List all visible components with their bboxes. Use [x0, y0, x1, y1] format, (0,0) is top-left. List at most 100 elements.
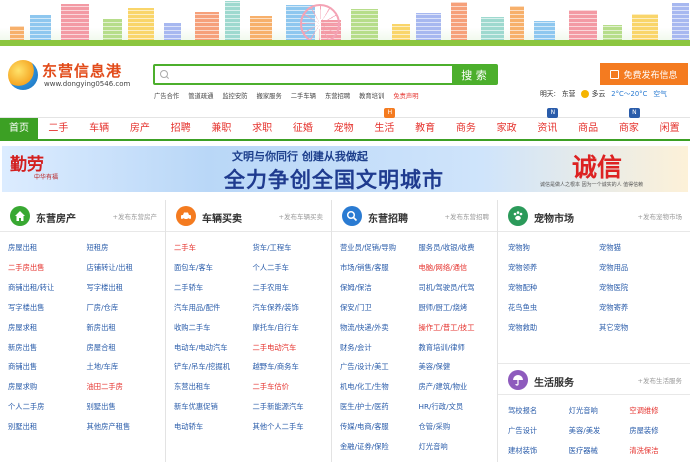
life-link[interactable]: 灯光音响: [569, 401, 630, 421]
house-link[interactable]: 房屋求购: [8, 377, 87, 397]
job-link[interactable]: 保姆/保洁: [340, 278, 419, 298]
job-link[interactable]: 教育培训/律师: [419, 338, 498, 358]
car-link[interactable]: 汽车用品/配件: [174, 298, 253, 318]
life-link[interactable]: 房屋装修: [629, 421, 690, 441]
nav-item[interactable]: 商务: [446, 118, 487, 140]
nav-item[interactable]: 招聘: [160, 118, 201, 140]
life-link[interactable]: 空调维修: [629, 401, 690, 421]
post-free-info-button[interactable]: 免费发布信息: [600, 63, 688, 85]
nav-item[interactable]: 首页: [0, 117, 38, 140]
car-link[interactable]: 其他个人二手车: [253, 417, 332, 437]
car-link[interactable]: 电动车/电动汽车: [174, 338, 253, 358]
job-link[interactable]: 营业员/促销/导购: [340, 238, 419, 258]
job-link[interactable]: 金融/证券/保险: [340, 437, 419, 457]
promo-banner[interactable]: 勤劳 中华有福 文明与你同行 创建从我做起 全力争创全国文明城市 诚信 诚信是做…: [2, 146, 688, 192]
hot-link[interactable]: 搬家服务: [257, 91, 282, 100]
car-link[interactable]: 东营出租车: [174, 377, 253, 397]
nav-item[interactable]: 商家 N: [609, 107, 650, 140]
nav-item[interactable]: 二手: [38, 118, 79, 140]
job-link[interactable]: 司机/驾驶员/代驾: [419, 278, 498, 298]
house-link[interactable]: 短租房: [87, 238, 166, 258]
nav-item[interactable]: 求职: [242, 118, 283, 140]
house-link[interactable]: 个人二手房: [8, 397, 87, 417]
house-link[interactable]: 写字楼出售: [8, 298, 87, 318]
pet-link[interactable]: 宠物配种: [508, 278, 599, 298]
house-link[interactable]: 别墅出租: [8, 417, 87, 437]
car-link[interactable]: 越野车/商务车: [253, 357, 332, 377]
car-link[interactable]: 二手车: [174, 238, 253, 258]
car-link[interactable]: 汽车保养/装饰: [253, 298, 332, 318]
pet-link[interactable]: 花鸟鱼虫: [508, 298, 599, 318]
pet-link[interactable]: 宠物狗: [508, 238, 599, 258]
post-car-link[interactable]: +发布车辆买卖: [279, 211, 323, 221]
nav-item[interactable]: 房产: [120, 118, 161, 140]
search-button[interactable]: 搜 索: [452, 66, 496, 83]
job-link[interactable]: 保安/门卫: [340, 298, 419, 318]
house-link[interactable]: 二手房出售: [8, 258, 87, 278]
car-link[interactable]: 摩托车/自行车: [253, 318, 332, 338]
hot-link[interactable]: 二手车辆: [291, 91, 316, 100]
post-house-link[interactable]: +发布东营房产: [113, 211, 157, 221]
pet-link[interactable]: 宠物寄养: [599, 298, 690, 318]
hot-link[interactable]: 监控安防: [222, 91, 247, 100]
house-link[interactable]: 新房出售: [8, 338, 87, 358]
site-logo[interactable]: 东营信息港 www.dongying0546.com: [8, 58, 148, 94]
job-link[interactable]: 灯光音响: [419, 437, 498, 457]
house-link[interactable]: 商铺出租/转让: [8, 278, 87, 298]
house-link[interactable]: 厂房/仓库: [87, 298, 166, 318]
job-link[interactable]: 厨师/厨工/烧烤: [419, 298, 498, 318]
nav-item[interactable]: 教育: [405, 118, 446, 140]
job-link[interactable]: 传媒/电商/客服: [340, 417, 419, 437]
nav-item[interactable]: 车辆: [79, 118, 120, 140]
job-link[interactable]: HR/行政/文员: [419, 397, 498, 417]
car-link[interactable]: 收购二手车: [174, 318, 253, 338]
job-link[interactable]: 操作工/普工/技工: [419, 318, 498, 338]
life-link[interactable]: 驾校报名: [508, 401, 569, 421]
pet-link[interactable]: 宠物用品: [599, 258, 690, 278]
nav-item[interactable]: 生活 H: [364, 107, 405, 140]
job-link[interactable]: 机电/化工/生物: [340, 377, 419, 397]
house-link[interactable]: 写字楼出租: [87, 278, 166, 298]
nav-item[interactable]: 商品: [568, 118, 609, 140]
hot-link[interactable]: 教育培训: [359, 91, 384, 100]
life-link[interactable]: 广告设计: [508, 421, 569, 441]
car-link[interactable]: 二手车估价: [253, 377, 332, 397]
hot-link[interactable]: 管道疏通: [188, 91, 213, 100]
car-link[interactable]: 二手农用车: [253, 278, 332, 298]
hot-link[interactable]: 免责声明: [393, 91, 418, 100]
car-link[interactable]: 二手轿车: [174, 278, 253, 298]
car-link[interactable]: 铲车/吊车/挖掘机: [174, 357, 253, 377]
job-link[interactable]: 广告/设计/美工: [340, 357, 419, 377]
nav-item[interactable]: 征婚: [283, 118, 324, 140]
life-link[interactable]: 医疗器械: [569, 441, 630, 461]
house-link[interactable]: 房屋出租: [8, 238, 87, 258]
house-link[interactable]: 别墅出售: [87, 397, 166, 417]
job-link[interactable]: 房产/建筑/物业: [419, 377, 498, 397]
job-link[interactable]: 医生/护士/医药: [340, 397, 419, 417]
pet-link[interactable]: 其它宠物: [599, 318, 690, 338]
house-link[interactable]: 新房出租: [87, 318, 166, 338]
job-link[interactable]: 美容/保健: [419, 357, 498, 377]
house-link[interactable]: 商铺出售: [8, 357, 87, 377]
pet-link[interactable]: 宠物救助: [508, 318, 599, 338]
house-link[interactable]: 油田二手房: [87, 377, 166, 397]
pet-link[interactable]: 宠物医院: [599, 278, 690, 298]
life-link[interactable]: 建材装饰: [508, 441, 569, 461]
car-link[interactable]: 新车优惠促销: [174, 397, 253, 417]
car-link[interactable]: 电动轿车: [174, 417, 253, 437]
house-link[interactable]: 房屋合租: [87, 338, 166, 358]
nav-item[interactable]: 闲置: [649, 118, 690, 140]
post-pet-link[interactable]: +发布宠物市场: [638, 211, 682, 221]
post-life-link[interactable]: +发布生活服务: [638, 375, 682, 385]
job-link[interactable]: 仓管/采购: [419, 417, 498, 437]
post-job-link[interactable]: +发布东营招聘: [445, 211, 489, 221]
job-link[interactable]: 财务/会计: [340, 338, 419, 358]
house-link[interactable]: 店铺转让/出租: [87, 258, 166, 278]
job-link[interactable]: 物流/快递/外卖: [340, 318, 419, 338]
life-link[interactable]: 美容/美发: [569, 421, 630, 441]
house-link[interactable]: 其他房产租售: [87, 417, 166, 437]
car-link[interactable]: 面包车/客车: [174, 258, 253, 278]
search-input[interactable]: [173, 66, 452, 83]
nav-item[interactable]: 家政: [486, 118, 527, 140]
car-link[interactable]: 个人二手车: [253, 258, 332, 278]
